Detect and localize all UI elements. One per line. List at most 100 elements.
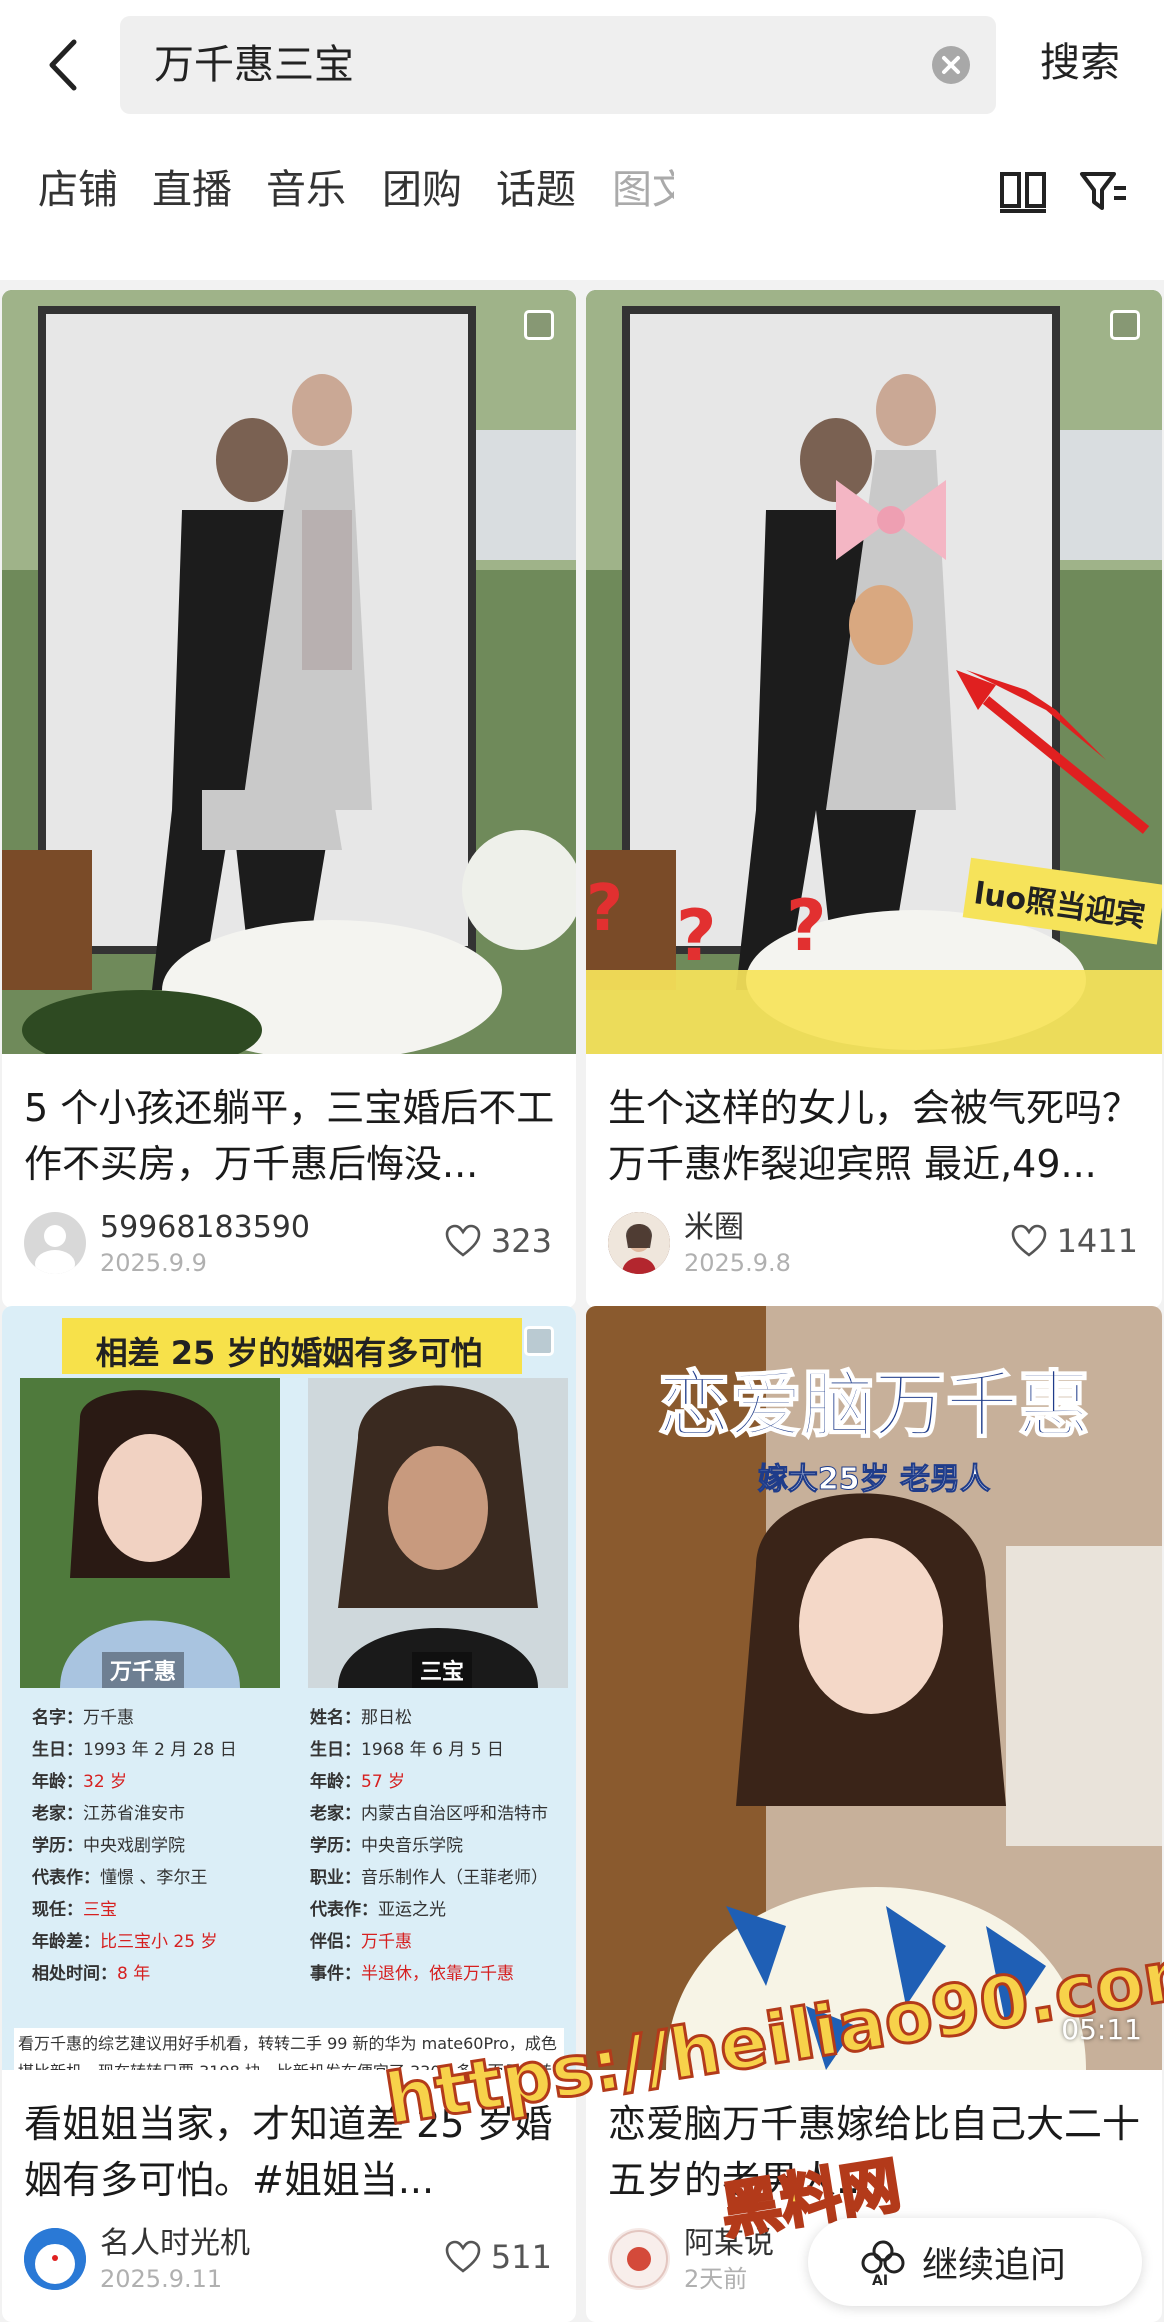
ai-flower-icon: AI: [861, 2240, 905, 2287]
info-value: 三宝: [83, 1900, 117, 1920]
info-key: 相处时间：: [32, 1964, 117, 1984]
cartoon-avatar-icon: [24, 2228, 86, 2290]
left-info-list: 名字：万千惠 生日：1993 年 2 月 28 日年龄：32 岁老家：江苏省淮安市…: [32, 1702, 237, 1990]
wedding-photo-image: [2, 290, 576, 1054]
like-button[interactable]: 323: [445, 1222, 552, 1260]
info-key: 现任：: [32, 1900, 83, 1920]
svg-text:?: ?: [786, 885, 827, 967]
layout-toggle-button[interactable]: [996, 164, 1050, 218]
info-row: 事件：半退休，依靠万千惠: [310, 1958, 548, 1990]
search-query-text: 万千惠三宝: [154, 42, 354, 88]
select-checkbox[interactable]: [524, 310, 554, 340]
result-card[interactable]: 相差 25 岁的婚姻有多可怕 万千惠 三宝 名字：万千惠 生日：1993 年 2 …: [2, 1306, 576, 2322]
author-name[interactable]: 名人时光机: [100, 2226, 250, 2262]
result-card[interactable]: 5 个小孩还躺平，三宝婚后不工作不买房，万千惠后悔没... 5996818359…: [2, 290, 576, 1308]
musician-photo-image: [308, 1378, 568, 1688]
info-row: 现任：三宝: [32, 1894, 237, 1926]
info-key: 代表作：: [310, 1900, 378, 1920]
card-thumbnail[interactable]: [2, 290, 576, 1054]
card-title: 生个这样的女儿，会被气死吗？万千惠炸裂迎宾照 最近,49...: [608, 1086, 1141, 1186]
info-row: 职业：音乐制作人（王菲老师）: [310, 1862, 548, 1894]
info-key: 名字：: [32, 1708, 83, 1728]
user-avatar-image: [608, 1212, 670, 1274]
info-row: 学历：中央戏剧学院: [32, 1830, 237, 1862]
info-row: 伴侣：万千惠: [310, 1926, 548, 1958]
info-value: 万千惠: [83, 1708, 134, 1728]
card-thumbnail[interactable]: ? ? ? luo照当迎宾: [586, 290, 1162, 1054]
info-value: 亚运之光: [378, 1900, 446, 1920]
info-key: 伴侣：: [310, 1932, 361, 1952]
avatar[interactable]: [24, 2228, 86, 2290]
info-key: 年龄：: [32, 1772, 83, 1792]
tab-group-buy[interactable]: 团购: [382, 160, 462, 220]
card-thumbnail[interactable]: 相差 25 岁的婚姻有多可怕 万千惠 三宝 名字：万千惠 生日：1993 年 2 …: [2, 1306, 576, 2070]
wedding-photo-edited-image: ? ? ?: [586, 290, 1162, 1054]
like-button[interactable]: 511: [445, 2238, 552, 2276]
info-value: 半退休，依靠万千惠: [361, 1964, 514, 1984]
heart-icon: [445, 2240, 481, 2273]
logo-avatar-icon: [610, 2230, 668, 2288]
search-results-page: 万千惠三宝 搜索 店铺 直播 音乐 团购 话题 图文 5 个小孩还躺平，三宝婚后…: [0, 0, 1164, 2322]
info-key: 生日：: [32, 1740, 83, 1760]
info-value: 江苏省淮安市: [83, 1804, 185, 1824]
author-name[interactable]: 59968183590: [100, 1210, 310, 1246]
avatar[interactable]: [608, 1212, 670, 1274]
info-value: 万千惠: [361, 1932, 412, 1952]
search-header: 万千惠三宝 搜索: [0, 0, 1164, 130]
search-button[interactable]: 搜索: [1040, 36, 1120, 90]
author-name[interactable]: 米圈: [684, 1210, 744, 1246]
ai-followup-button[interactable]: AI 继续追问: [808, 2218, 1142, 2306]
info-row: 代表作：亚运之光: [310, 1894, 548, 1926]
filter-icon: [1080, 172, 1126, 210]
info-value: 音乐制作人（王菲老师）: [361, 1868, 548, 1888]
info-key: 老家：: [310, 1804, 361, 1824]
tab-live[interactable]: 直播: [152, 160, 232, 220]
tab-image-text[interactable]: 图文: [612, 160, 674, 220]
avatar[interactable]: [24, 1212, 86, 1274]
back-button[interactable]: [36, 30, 90, 100]
info-row: 学历：中央音乐学院: [310, 1830, 548, 1862]
search-input[interactable]: 万千惠三宝: [120, 16, 996, 114]
info-key: 学历：: [32, 1836, 83, 1856]
info-row: 老家：内蒙古自治区呼和浩特市: [310, 1798, 548, 1830]
card-title: 5 个小孩还躺平，三宝婚后不工作不买房，万千惠后悔没...: [24, 1086, 555, 1186]
heart-icon: [445, 1224, 481, 1257]
info-key: 老家：: [32, 1804, 83, 1824]
info-row: 年龄差：比三宝小 25 岁: [32, 1926, 237, 1958]
info-value: 1993 年 2 月 28 日: [83, 1740, 237, 1760]
image-banner: 相差 25 岁的婚姻有多可怕: [95, 1334, 483, 1372]
filter-button[interactable]: [1076, 164, 1130, 218]
info-value: 8 年: [117, 1964, 151, 1984]
svg-text:?: ?: [586, 872, 623, 946]
heart-icon: [1011, 1224, 1046, 1257]
info-row: 老家：江苏省淮安市: [32, 1798, 237, 1830]
info-key: 事件：: [310, 1964, 361, 1984]
category-tabs: 店铺 直播 音乐 团购 话题 图文: [0, 130, 1164, 280]
video-title-overlay: 恋爱脑万千惠: [657, 1362, 1091, 1448]
info-key: 学历：: [310, 1836, 361, 1856]
video-subtitle-overlay: 嫁大25岁 老男人: [757, 1462, 991, 1498]
result-card[interactable]: ? ? ? luo照当迎宾 生个这样的女儿，会被气死吗？万千惠炸裂迎宾照 最近,…: [586, 290, 1162, 1308]
clear-search-button[interactable]: [932, 46, 970, 84]
post-date: 2025.9.8: [684, 1249, 791, 1277]
like-count: 323: [490, 1222, 552, 1260]
post-date: 2025.9.9: [100, 1249, 207, 1277]
info-row: 名字：万千惠: [32, 1702, 237, 1734]
like-count: 1411: [1056, 1222, 1138, 1260]
info-key: 代表作：: [32, 1868, 100, 1888]
info-key: 生日：: [310, 1740, 361, 1760]
like-button[interactable]: 1411: [1011, 1222, 1138, 1260]
tab-shops[interactable]: 店铺: [38, 160, 118, 220]
tab-music[interactable]: 音乐: [266, 160, 346, 220]
info-value: 那日松: [361, 1708, 412, 1728]
info-row: 生日：1993 年 2 月 28 日: [32, 1734, 237, 1766]
close-icon: [942, 56, 960, 74]
ai-followup-label: 继续追问: [922, 2245, 1067, 2286]
select-checkbox[interactable]: [524, 1326, 554, 1356]
right-info-list: 姓名：那日松 生日：1968 年 6 月 5 日年龄：57 岁老家：内蒙古自治区呼…: [310, 1702, 548, 1990]
avatar[interactable]: [608, 2228, 670, 2290]
info-key: 年龄：: [310, 1772, 361, 1792]
select-checkbox[interactable]: [1110, 310, 1140, 340]
tab-topics[interactable]: 话题: [496, 160, 576, 220]
info-value: 中央音乐学院: [361, 1836, 463, 1856]
